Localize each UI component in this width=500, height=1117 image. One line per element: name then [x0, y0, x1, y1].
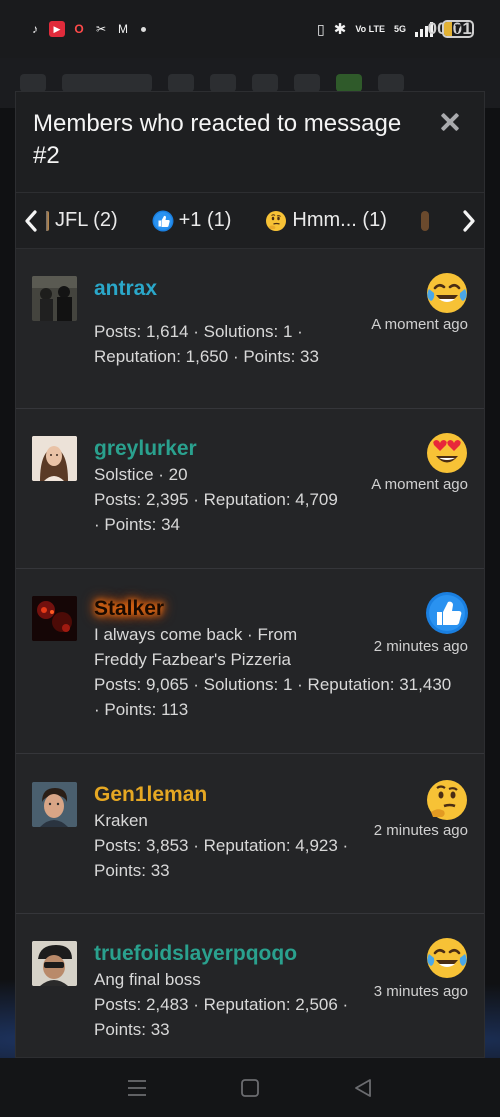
youtube-music-icon: ▶: [49, 21, 65, 37]
reaction-time: 3 minutes ago: [373, 983, 468, 1000]
avatar[interactable]: [32, 782, 77, 827]
battery-level: 7: [454, 22, 462, 36]
user-stats-line: Points: 33: [94, 861, 170, 880]
tab-label: JFL (2): [55, 209, 118, 231]
modal-header: Members who reacted to message #2: [16, 92, 484, 192]
user-stats-line: Reputation: 1,650 · Points: 33: [94, 347, 319, 366]
avatar[interactable]: [32, 941, 77, 986]
modal-title: Members who reacted to message #2: [33, 110, 402, 169]
user-stats-line: Points: 33: [94, 1020, 170, 1039]
notification-icons: ♪ ▶ O ✂ M: [27, 21, 146, 37]
vibrate-icon: ▯: [317, 20, 325, 37]
tab-label: Hmm... (1): [292, 209, 387, 231]
status-bar: 00:01 ♪ ▶ O ✂ M ▯ ✱ Vo LTE 5G 7: [0, 0, 500, 58]
close-icon[interactable]: [438, 110, 462, 134]
list-item: truefoidslayerpqoqo Ang final boss Posts…: [16, 914, 484, 1057]
gmail-icon: M: [118, 22, 128, 36]
system-icons: ▯ ✱ Vo LTE 5G 7: [317, 20, 474, 38]
user-stats-line: Posts: 9,065 · Solutions: 1 · Reputation…: [94, 675, 452, 694]
chevron-left-icon: [25, 209, 37, 232]
tears-of-joy-emoji: [425, 936, 469, 980]
tabs-scroll-left-button[interactable]: [16, 192, 46, 249]
network-type: 5G: [393, 24, 406, 34]
tab-jfl[interactable]: JFL (2): [46, 209, 118, 232]
heart-eyes-emoji: [425, 431, 469, 475]
reaction-time: 2 minutes ago: [373, 822, 468, 839]
more-notifications-dot: [141, 26, 146, 32]
avatar[interactable]: [32, 596, 77, 641]
thinking-face-emoji: [425, 778, 469, 822]
reaction-tabs: JFL (2) +1 (1) Hmm... (1): [16, 192, 484, 249]
reaction-time: 2 minutes ago: [373, 638, 468, 655]
tears-of-joy-emoji: [425, 271, 469, 315]
bluetooth-icon: ✱: [333, 21, 347, 38]
avatar[interactable]: [32, 276, 77, 321]
home-icon[interactable]: [235, 1073, 265, 1103]
username-link[interactable]: greylurker: [94, 436, 197, 462]
tabs-scroll-right-button[interactable]: [454, 192, 484, 249]
tab-plus-one[interactable]: +1 (1): [152, 209, 232, 232]
battery-icon: 7: [442, 20, 474, 38]
user-stats-line: · Points: 113: [94, 700, 189, 719]
back-icon[interactable]: [348, 1073, 378, 1103]
list-item: antrax Posts: 1,614 · Solutions: 1 · Rep…: [16, 249, 484, 409]
username-link[interactable]: Stalker: [94, 596, 164, 622]
thumbs-up-emoji: [425, 591, 469, 635]
tabs-strip: JFL (2) +1 (1) Hmm... (1): [46, 192, 454, 249]
avatar[interactable]: [32, 436, 77, 481]
username-link[interactable]: Gen1leman: [94, 782, 207, 808]
reaction-time: A moment ago: [371, 316, 468, 333]
tab-hmm[interactable]: Hmm... (1): [265, 209, 387, 232]
username-link[interactable]: antrax: [94, 276, 157, 302]
tab-label: +1 (1): [178, 209, 232, 231]
chevron-right-icon: [463, 209, 475, 232]
reaction-time: A moment ago: [371, 476, 468, 493]
capcut-icon: ✂: [95, 22, 107, 36]
username-link[interactable]: truefoidslayerpqoqo: [94, 941, 297, 967]
thinking-face-emoji: [265, 210, 287, 232]
thumbs-up-emoji: [152, 210, 174, 232]
partial-reaction-icon: [46, 210, 49, 231]
opera-icon: O: [74, 22, 84, 36]
reactions-modal: Members who reacted to message #2 JFL (2…: [15, 91, 485, 1058]
list-item: Stalker I always come back · From Freddy…: [16, 569, 484, 754]
volte-indicator: Vo LTE: [355, 23, 385, 34]
member-list: antrax Posts: 1,614 · Solutions: 1 · Rep…: [16, 249, 484, 1057]
recents-icon[interactable]: [122, 1073, 152, 1103]
partial-tab-icon: [420, 210, 429, 231]
system-nav-bar: [0, 1058, 500, 1117]
user-stats-line: · Points: 34: [94, 515, 180, 534]
tiktok-icon: ♪: [32, 22, 38, 36]
list-item: Gen1leman Kraken Posts: 3,853 · Reputati…: [16, 754, 484, 914]
list-item: greylurker Solstice · 20 Posts: 2,395 · …: [16, 409, 484, 569]
